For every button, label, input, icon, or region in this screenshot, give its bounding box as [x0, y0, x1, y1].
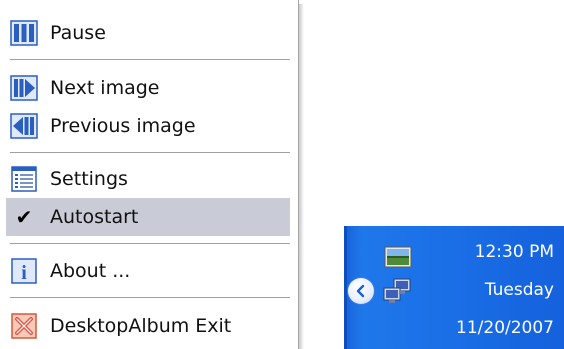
- menu-item-label: Next image: [50, 77, 160, 99]
- tray-edge: [344, 226, 347, 349]
- desktopalbum-tray-icon[interactable]: [384, 246, 412, 268]
- menu-item-label: Previous image: [50, 115, 196, 137]
- menu-separator: [10, 59, 290, 60]
- menu-item-label: Autostart: [50, 206, 139, 228]
- menu-item-label: About ...: [50, 260, 131, 282]
- settings-icon: [8, 163, 40, 195]
- clock-date[interactable]: 11/20/2007: [456, 318, 554, 338]
- show-hidden-icons-chevron[interactable]: [348, 278, 374, 304]
- menu-item-exit[interactable]: DesktopAlbum Exit: [6, 307, 290, 345]
- info-icon: i: [8, 255, 40, 287]
- menu-item-label: Settings: [50, 168, 128, 190]
- clock-time[interactable]: 12:30 PM: [475, 242, 554, 262]
- menu-separator: [10, 297, 290, 298]
- menu-separator: [10, 243, 290, 244]
- menu-item-next-image[interactable]: Next image: [6, 69, 290, 107]
- menu-item-autostart[interactable]: ✔ Autostart: [6, 198, 290, 236]
- clock-day[interactable]: Tuesday: [485, 280, 554, 300]
- menu-item-settings[interactable]: Settings: [6, 160, 290, 198]
- next-image-icon: [8, 72, 40, 104]
- menu-item-about[interactable]: i About ...: [6, 252, 290, 290]
- tray-context-menu: Pause Next image Previous image Settings…: [0, 0, 299, 349]
- menu-item-previous-image[interactable]: Previous image: [6, 107, 290, 145]
- menu-item-label: DesktopAlbum Exit: [50, 315, 232, 337]
- previous-image-icon: [8, 110, 40, 142]
- exit-icon: [8, 310, 40, 342]
- menu-item-pause[interactable]: Pause: [6, 14, 290, 52]
- taskbar-notification-area: 12:30 PM Tuesday 11/20/2007: [344, 226, 564, 349]
- screenshot-canvas: Pause Next image Previous image Settings…: [0, 0, 564, 349]
- menu-item-label: Pause: [50, 22, 106, 44]
- svg-text:i: i: [21, 262, 27, 284]
- menu-shadow: [299, 4, 304, 349]
- pause-icon: [8, 17, 40, 49]
- network-icon[interactable]: [382, 278, 414, 306]
- menu-separator: [10, 152, 290, 153]
- checkmark-icon: ✔: [15, 205, 33, 229]
